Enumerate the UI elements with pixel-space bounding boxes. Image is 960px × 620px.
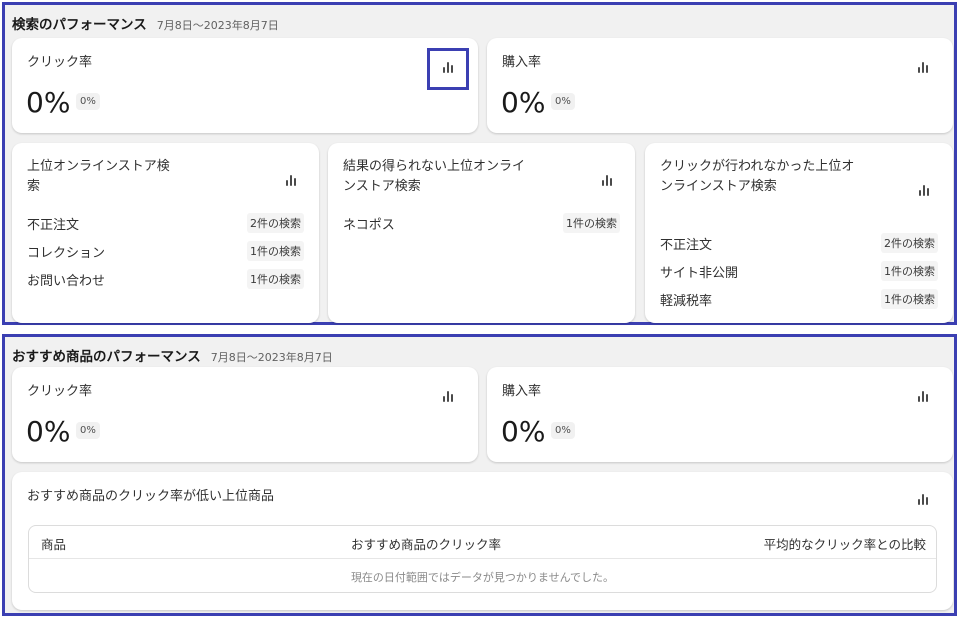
list-item[interactable]: 軽減税率 1件の検索 [660,289,938,309]
metric-change-badge: 0% [551,422,575,439]
card-title-line: 上位オンラインストア検 [27,159,170,174]
list-item[interactable]: ネコポス 1件の検索 [343,213,620,233]
search-purchase-rate-card: 購入率 0% 0% [487,38,953,133]
search-term: 軽減税率 [660,293,713,309]
bar-chart-icon[interactable] [915,181,933,199]
search-term: 不正注文 [27,217,80,233]
low-ctr-table: 商品 おすすめ商品のクリック率 平均的なクリック率との比較 現在の日付範囲ではデ… [28,525,937,593]
search-count: 1件の検索 [881,261,938,281]
metric-change-badge: 0% [76,422,100,439]
column-header-product[interactable]: 商品 [41,534,66,553]
bar-chart-icon[interactable] [914,490,932,508]
metric-change-badge: 0% [551,93,575,110]
search-term: サイト非公開 [660,265,739,281]
card-title: クリック率 [27,55,93,70]
recommendation-performance-section: おすすめ商品のパフォーマンス 7月8日〜2023年8月7日 クリック率 0% 0… [2,334,957,616]
column-header-avg-comparison[interactable]: 平均的なクリック率との比較 [764,534,926,553]
table-divider [29,558,936,559]
search-term: 不正注文 [660,237,713,253]
bar-chart-icon[interactable] [598,171,616,189]
card-title-line: ンラインストア検索 [660,179,777,194]
section-title: 検索のパフォーマンス [12,17,147,33]
card-title: 購入率 [502,55,542,70]
card-title: 結果の得られない上位オンライ ンストア検索 [343,157,525,197]
search-performance-header: 検索のパフォーマンス 7月8日〜2023年8月7日 [12,13,279,33]
card-title: おすすめ商品のクリック率が低い上位商品 [27,489,275,504]
date-range: 7月8日〜2023年8月7日 [156,19,279,32]
bar-chart-icon[interactable] [439,387,457,405]
metric-change-badge: 0% [76,93,100,110]
section-title: おすすめ商品のパフォーマンス [12,349,201,365]
list-item[interactable]: 不正注文 2件の検索 [27,213,304,233]
column-header-rec-click-rate[interactable]: おすすめ商品のクリック率 [351,534,501,553]
search-count: 2件の検索 [881,233,938,253]
bar-chart-icon[interactable] [914,58,932,76]
search-count: 1件の検索 [563,213,620,233]
search-performance-section: 検索のパフォーマンス 7月8日〜2023年8月7日 クリック率 0% 0% 購入… [2,2,957,325]
no-click-searches-card: クリックが行われなかった上位オ ンラインストア検索 不正注文 2件の検索 サイト… [645,143,953,323]
metric-value: 0% [501,86,546,119]
search-count: 1件の検索 [247,269,304,289]
list-item[interactable]: 不正注文 2件の検索 [660,233,938,253]
search-count: 2件の検索 [247,213,304,233]
card-title: クリック率 [27,384,93,399]
card-title-line: ンストア検索 [343,179,421,194]
metric-value: 0% [26,415,71,448]
rec-click-rate-card: クリック率 0% 0% [12,367,478,462]
search-count: 1件の検索 [881,289,938,309]
search-term: お問い合わせ [27,273,106,289]
list-item[interactable]: サイト非公開 1件の検索 [660,261,938,281]
card-title: 上位オンラインストア検 索 [27,157,170,197]
top-searches-card: 上位オンラインストア検 索 不正注文 2件の検索 コレクション 1件の検索 お問… [12,143,319,323]
metric-value: 0% [501,415,546,448]
no-result-searches-card: 結果の得られない上位オンライ ンストア検索 ネコポス 1件の検索 [328,143,635,323]
bar-chart-icon[interactable] [439,58,457,76]
search-count: 1件の検索 [247,241,304,261]
card-title-line: 結果の得られない上位オンライ [343,159,526,174]
search-term: コレクション [27,245,106,261]
search-click-rate-card: クリック率 0% 0% [12,38,478,133]
metric-value: 0% [26,86,71,119]
bar-chart-icon[interactable] [914,387,932,405]
low-ctr-products-card: おすすめ商品のクリック率が低い上位商品 商品 おすすめ商品のクリック率 平均的な… [12,472,953,610]
date-range: 7月8日〜2023年8月7日 [210,351,333,364]
search-term: ネコポス [343,217,395,233]
card-title-line: クリックが行われなかった上位オ [660,159,855,174]
recommendation-performance-header: おすすめ商品のパフォーマンス 7月8日〜2023年8月7日 [12,345,333,365]
empty-state-message: 現在の日付範囲ではデータが見つかりませんでした。 [350,571,615,584]
card-title: 購入率 [502,384,542,399]
bar-chart-icon[interactable] [282,171,300,189]
card-title-line: 索 [27,179,41,194]
list-item[interactable]: お問い合わせ 1件の検索 [27,269,304,289]
list-item[interactable]: コレクション 1件の検索 [27,241,304,261]
card-title: クリックが行われなかった上位オ ンラインストア検索 [660,157,854,197]
rec-purchase-rate-card: 購入率 0% 0% [487,367,953,462]
